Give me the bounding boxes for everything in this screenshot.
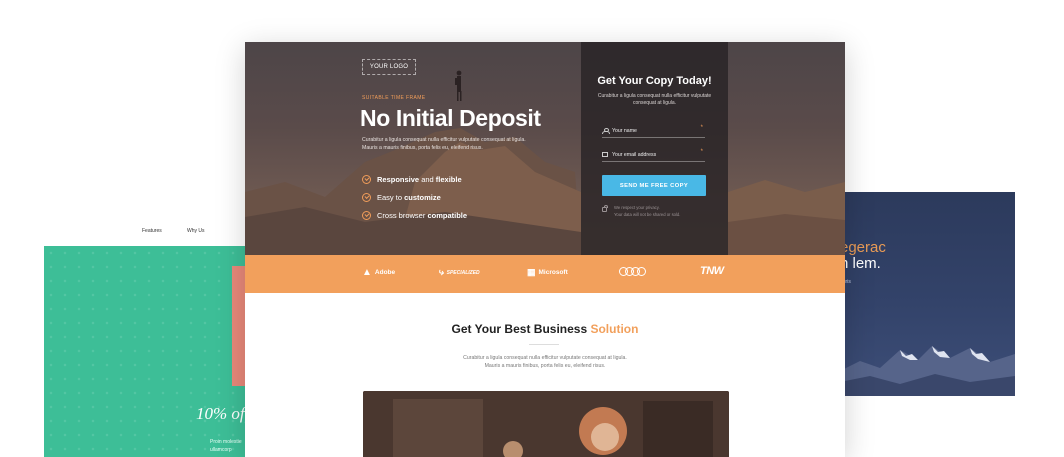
signup-form-panel: Get Your Copy Today! Curabitur a ligula … (581, 42, 728, 255)
template-preview-right[interactable]: egerac n lem. auris (840, 192, 1015, 396)
tnw-logo: TNW (700, 265, 724, 277)
left-preview-nav: Features Why Us (44, 226, 254, 240)
required-marker: * (700, 149, 703, 155)
form-title: Get Your Copy Today! (597, 75, 712, 87)
section-description-line: Curabitur a ligula consequat nulla effic… (463, 355, 627, 361)
section-title-accent: Solution (590, 322, 639, 336)
email-field-placeholder: Your email address (612, 151, 657, 158)
email-field[interactable]: Your email address * (602, 148, 705, 162)
feature-strong: compatible (427, 210, 468, 220)
background-pattern (44, 246, 254, 457)
feature-strong: customize (404, 192, 441, 202)
adobe-logo: ▲ Adobe (362, 267, 395, 278)
feature-strong: flexible (435, 174, 462, 184)
template-preview-left[interactable]: Features Why Us 10% off Proin molestie u… (44, 216, 254, 457)
rock-hiker-background (245, 70, 845, 255)
feature-item: Easy to customize (362, 191, 441, 203)
audi-logo (619, 267, 646, 276)
feature-text: Cross browser (377, 210, 428, 220)
people-photo-illustration (363, 391, 729, 457)
hero-description: Curabitur a ligula consequat nulla effic… (362, 137, 526, 151)
hero-eyebrow: SUITABLE TIME FRAME (362, 95, 426, 101)
microsoft-logo: ▦ Microsoft (527, 267, 568, 278)
feature-text: Easy to (377, 192, 405, 202)
showcase-stage: Features Why Us 10% off Proin molestie u… (0, 0, 1064, 457)
left-preview-hero: 10% off Proin molestie ullamcorp (44, 246, 254, 457)
offer-body-line: Proin molestie (210, 439, 242, 445)
windows-icon: ▦ (527, 267, 536, 277)
offer-body: Proin molestie ullamcorp (210, 438, 242, 454)
section-divider (529, 344, 559, 345)
form-subtitle: Curabitur a ligula consequat nulla effic… (597, 93, 712, 106)
offer-headline: 10% off (196, 404, 250, 423)
privacy-line: Your data will not be shared or sold. (614, 212, 681, 217)
check-circle-icon (362, 192, 371, 202)
check-circle-icon (362, 174, 371, 184)
nav-item-features[interactable]: Features (142, 228, 162, 234)
right-preview-title-accent: egerac (840, 239, 886, 256)
user-icon (602, 128, 610, 134)
privacy-line: We respect your privacy. (614, 205, 660, 210)
feature-strong: Responsive (377, 174, 420, 184)
mountain-illustration (840, 346, 1015, 396)
feature-text: and (419, 174, 436, 184)
name-field-placeholder: Your name (612, 127, 637, 134)
feature-item: Cross browser compatible (362, 209, 467, 221)
brand-name: SPECIALIZED (446, 269, 480, 276)
brand-logo[interactable]: YOUR LOGO (362, 59, 416, 75)
hero-headline: No Initial Deposit (360, 105, 541, 131)
lightning-icon: ⤷ (438, 267, 444, 278)
envelope-icon (602, 152, 608, 157)
section-description-line: Mauris a mauris finibus, porta felis eu,… (484, 363, 606, 369)
adobe-icon: ▲ (362, 267, 372, 278)
offer-body-line: ullamcorp (210, 447, 232, 453)
section-title-main: Get Your Best Business (451, 322, 591, 336)
landing-page-preview: YOUR LOGO SUITABLE TIME FRAME No Initial… (245, 42, 845, 457)
section-title: Get Your Best Business Solution (245, 322, 845, 336)
brand-name: Microsoft (538, 269, 568, 276)
privacy-note: We respect your privacy. Your data will … (602, 204, 712, 218)
required-marker: * (700, 125, 703, 131)
feature-item: Responsive and flexible (362, 173, 462, 185)
audi-rings-icon (619, 267, 646, 276)
section-description: Curabitur a ligula consequat nulla effic… (445, 354, 645, 370)
send-free-copy-button[interactable]: SEND ME FREE COPY (602, 175, 706, 196)
name-field[interactable]: Your name * (602, 124, 705, 138)
brand-name: Adobe (374, 269, 396, 276)
lock-icon (602, 205, 608, 212)
business-photo (363, 391, 729, 457)
right-preview-title: n lem. (840, 255, 881, 272)
hero-section: YOUR LOGO SUITABLE TIME FRAME No Initial… (245, 42, 845, 255)
check-circle-icon (362, 210, 371, 220)
brand-logos-strip: ▲ Adobe ⤷ SPECIALIZED ▦ Microsoft TNW (245, 255, 845, 293)
nav-item-why-us[interactable]: Why Us (187, 228, 205, 234)
specialized-logo: ⤷ SPECIALIZED (438, 267, 480, 278)
